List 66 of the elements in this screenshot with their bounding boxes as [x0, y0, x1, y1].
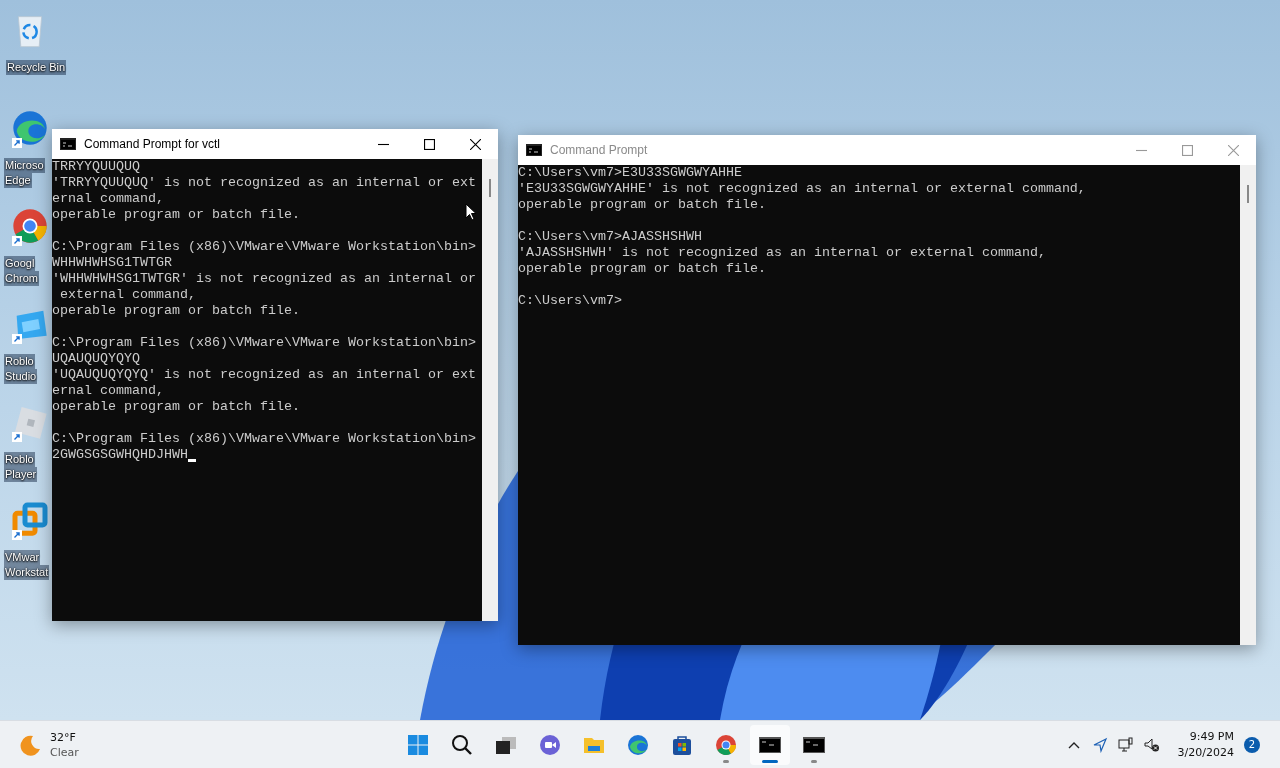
desktop-icon-label[interactable]: Roblo — [4, 354, 35, 369]
desktop-icon-label[interactable]: Chrom — [4, 271, 39, 286]
desktop-icon-label[interactable]: VMwar — [4, 550, 41, 565]
console-line: external command, — [59, 287, 196, 303]
notification-badge[interactable]: 2 — [1244, 736, 1260, 753]
shortcut-arrow-icon — [12, 432, 22, 442]
desktop-icon-label[interactable]: Player — [4, 467, 38, 482]
console-line: 'TRRYYQUUQUQ' is not recognized as an internal or ext — [52, 175, 476, 191]
desktop-icon-label[interactable]: Studio — [4, 369, 38, 384]
console-line: 'WHHWHWHSG1TWTGR' is not recognized as an internal or — [52, 271, 476, 287]
network-monitor-icon[interactable] — [1117, 736, 1134, 753]
desktop-icon-label[interactable]: Googl — [4, 256, 36, 271]
console-line: C:\Users\vm7> — [518, 293, 622, 309]
console-line: C:\Program Files (x86)\VMware\VMware Workstation\bin> — [52, 335, 476, 351]
mouse-pointer-icon — [465, 203, 477, 221]
console-line: 2GWGSGSGWHQHDJHWH — [52, 447, 188, 463]
scrollbar[interactable] — [1240, 165, 1256, 645]
console-line: WHHWHWHSG1TWTGR — [52, 255, 172, 271]
desktop-icon-label[interactable]: Roblo — [4, 452, 35, 467]
chrome-logo-icon — [714, 732, 738, 757]
close-icon — [1227, 144, 1239, 156]
video-chat-icon — [538, 732, 562, 757]
console-line: C:\Users\vm7>AJASSHSHWH — [518, 229, 702, 245]
console-line: 'E3U33SGWGWYAHHE' is not recognized as an internal or external command, — [518, 181, 1086, 197]
console-line: TRRYYQUUQUQ — [52, 159, 140, 175]
scrollbar[interactable] — [482, 159, 498, 621]
clock-time[interactable]: 9:49 PM — [1189, 728, 1234, 745]
console-line: operable program or batch file. — [52, 303, 300, 319]
taskbar-app-button[interactable] — [750, 724, 790, 765]
edge-logo-icon — [626, 732, 650, 757]
console-line: C:\Users\vm7>E3U33SGWGWYAHHE — [518, 165, 742, 181]
console-line: ernal command, — [52, 383, 164, 399]
location-arrow-icon[interactable] — [1091, 736, 1108, 753]
console-line: operable program or batch file. — [518, 197, 766, 213]
edge-logo-icon[interactable] — [10, 108, 50, 148]
console-line: 'AJASSHSHWH' is not recognized as an internal or external command, — [518, 245, 1046, 261]
search-icon — [450, 732, 474, 757]
desktop-icon-label[interactable]: Recycle Bin — [6, 60, 67, 75]
clock-date[interactable]: 3/20/2024 — [1177, 744, 1234, 761]
muted-speaker-icon[interactable] — [1143, 736, 1160, 753]
console-line: operable program or batch file. — [518, 261, 766, 277]
console-line: ernal command, — [52, 191, 164, 207]
shortcut-arrow-icon — [12, 138, 22, 148]
maximize-icon — [423, 138, 435, 150]
desktop-icon-label[interactable]: Edge — [4, 173, 32, 188]
weather-condition[interactable]: Clear — [50, 744, 79, 760]
maximize-icon — [1181, 144, 1193, 156]
desktop-icon-label[interactable]: Workstat — [4, 565, 50, 580]
close-icon — [469, 138, 481, 150]
console-line: UQAUQUQYQYQ — [52, 351, 140, 367]
shortcut-arrow-icon — [12, 334, 22, 344]
console-line: 'UQAUQUQYQYQ' is not recognized as an internal or ext — [52, 367, 476, 383]
shortcut-arrow-icon — [12, 530, 22, 540]
console-line: operable program or batch file. — [52, 399, 300, 415]
windows-logo-icon — [406, 732, 430, 757]
window-title: Command Prompt for vctl — [84, 137, 222, 151]
temperature-text[interactable]: 32°F — [50, 729, 79, 745]
console-line: operable program or batch file. — [52, 207, 300, 223]
console-line: C:\Program Files (x86)\VMware\VMware Workstation\bin> — [52, 431, 476, 447]
chrome-logo-icon[interactable] — [10, 206, 50, 246]
window-title: Command Prompt — [550, 143, 649, 157]
terminal-icon — [526, 144, 542, 156]
shortcut-arrow-icon — [12, 236, 22, 246]
console-line: C:\Program Files (x86)\VMware\VMware Workstation\bin> — [52, 239, 476, 255]
desktop-icon-label[interactable]: Microso — [4, 158, 45, 173]
terminal-icon — [60, 138, 76, 150]
